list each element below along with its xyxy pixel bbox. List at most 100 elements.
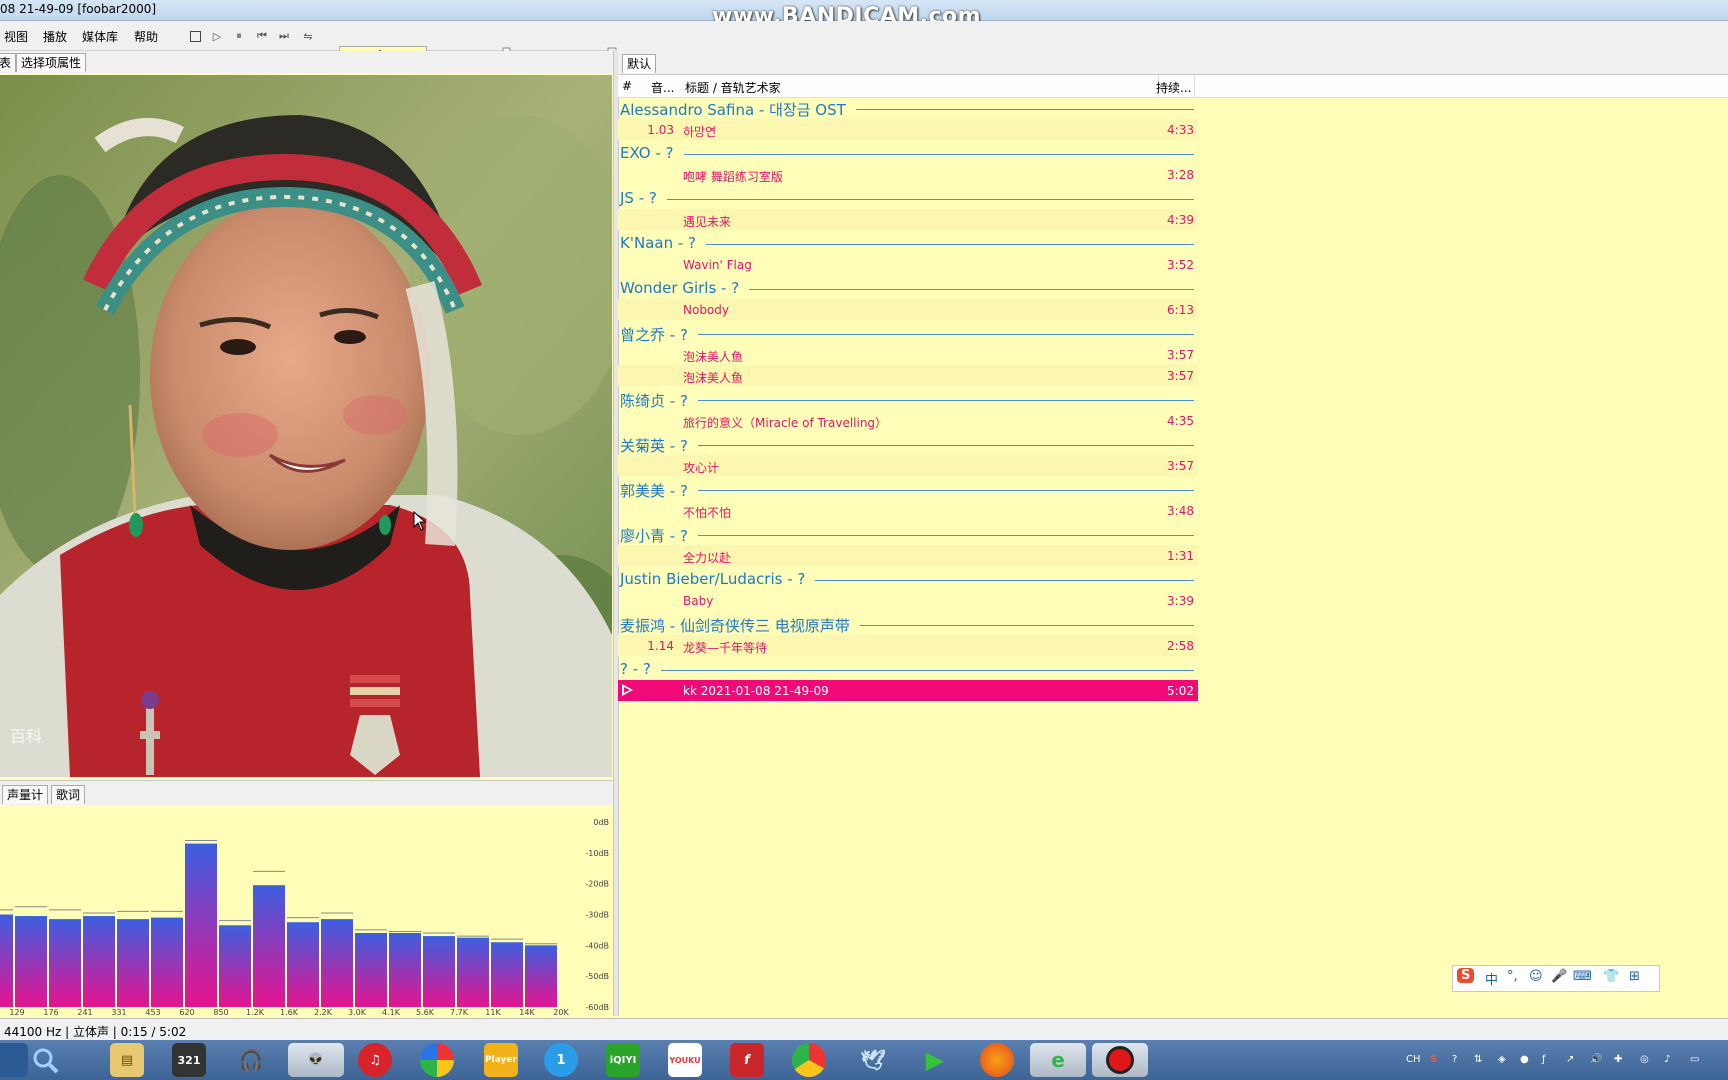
group-header[interactable]: ? - ? (618, 658, 1198, 680)
tray-record-icon[interactable]: ● (1520, 1054, 1529, 1065)
group-header[interactable]: 关菊英 - ? (618, 433, 1198, 456)
pause-icon[interactable]: ⏸ (230, 27, 248, 45)
headphones-icon[interactable]: 🎧 (234, 1043, 268, 1077)
menu-view[interactable]: 视图 (4, 28, 28, 45)
start-button[interactable] (0, 1043, 28, 1077)
random-icon[interactable]: ⇋ (299, 27, 317, 45)
group-header[interactable]: 郭美美 - ? (618, 478, 1198, 501)
ime-toolbox-icon[interactable]: ⊞ (1629, 969, 1640, 984)
track-row[interactable]: 旅行的意义（Miracle of Travelling） 4:35 (618, 410, 1198, 431)
chrome-icon[interactable] (792, 1043, 826, 1077)
group-header[interactable]: EXO - ? (618, 142, 1198, 164)
frequency-label: 176 (43, 1008, 58, 1017)
menu-library[interactable]: 媒体库 (82, 28, 118, 45)
track-row[interactable]: 不怕不怕 3:48 (618, 500, 1198, 521)
track-title: Nobody (683, 303, 729, 317)
tray-language[interactable]: CH (1406, 1054, 1421, 1065)
track-row[interactable]: 遇见未来 4:39 (618, 209, 1198, 230)
track-row[interactable]: Wavin' Flag 3:52 (618, 254, 1198, 275)
menu-playback[interactable]: 播放 (43, 28, 67, 45)
tray-help-icon[interactable]: ? (1452, 1054, 1457, 1065)
stop-icon[interactable] (186, 27, 204, 45)
bird-app-icon[interactable]: 🕊 (856, 1043, 890, 1077)
firefox-icon[interactable] (980, 1043, 1014, 1077)
tray-network-icon[interactable]: ⇅ (1474, 1054, 1482, 1065)
playlist-header: # 音... 标题 / 音轨艺术家 持续... (618, 75, 1728, 98)
spectrum-bar (185, 843, 217, 1007)
frequency-label: 14K (519, 1008, 535, 1017)
tray-volume-icon[interactable]: 🔊 (1590, 1054, 1602, 1065)
next-icon[interactable]: ⏭ (275, 27, 293, 45)
spectrum-bar (457, 937, 489, 1007)
ime-mode-chinese[interactable]: 中 (1485, 969, 1498, 988)
tab-volume-meter[interactable]: 声量计 (2, 785, 49, 804)
tab-list[interactable]: 表 (0, 53, 17, 72)
iqiyi-icon[interactable]: iQIYI (606, 1043, 640, 1077)
group-header[interactable]: Alessandro Safina - 대장금 OST (618, 97, 1198, 120)
tray-sogou-icon[interactable]: S (1430, 1054, 1437, 1065)
photo-watermark: 百科 (10, 727, 43, 746)
previous-icon[interactable]: ⏮ (253, 27, 271, 45)
ime-punctuation-icon[interactable]: °, (1507, 969, 1518, 984)
pinwheel-icon[interactable] (420, 1043, 454, 1077)
track-row[interactable]: 1.14 龙葵—千年等待 2:58 (618, 635, 1198, 656)
col-header-title-artist[interactable]: 标题 / 音轨艺术家 (685, 79, 781, 96)
tab-lyrics[interactable]: 歌词 (51, 785, 86, 804)
group-header[interactable]: 陈绮贞 - ? (618, 388, 1198, 411)
group-header[interactable]: 麦振鸿 - 仙剑奇侠传三 电视原声带 (618, 613, 1198, 636)
group-header[interactable]: JS - ? (618, 187, 1198, 209)
group-header[interactable]: Justin Bieber/Ludacris - ? (618, 568, 1198, 590)
tray-shield-icon[interactable]: ◈ (1498, 1054, 1506, 1065)
one-app-icon[interactable]: 1 (544, 1043, 578, 1077)
search-icon[interactable] (28, 1043, 62, 1077)
col-header-duration[interactable]: 持续... (1156, 79, 1191, 96)
netease-music-icon[interactable]: ♫ (358, 1043, 392, 1077)
spectrum-bar (423, 936, 455, 1007)
group-divider-line (622, 670, 1194, 671)
group-header[interactable]: 曾之乔 - ? (618, 322, 1198, 345)
youku-icon[interactable]: YOUKU (668, 1043, 702, 1077)
track-duration: 4:39 (1167, 213, 1194, 227)
track-row[interactable]: Nobody 6:13 (618, 299, 1198, 320)
group-header[interactable]: 廖小青 - ? (618, 523, 1198, 546)
group-header[interactable]: Wonder Girls - ? (618, 277, 1198, 299)
bandicam-record-icon[interactable] (1092, 1043, 1148, 1077)
track-row[interactable]: 1.03 하망연 4:33 (618, 119, 1198, 140)
ime-voice-icon[interactable]: 🎤 (1551, 969, 1567, 984)
tray-arrow-icon[interactable]: ↗ (1566, 1054, 1574, 1065)
ie-browser-icon[interactable]: e (1030, 1043, 1086, 1077)
track-duration: 1:31 (1167, 549, 1194, 563)
tray-green-icon[interactable]: ◎ (1640, 1054, 1649, 1065)
tray-sound-icon[interactable]: ♪ (1664, 1054, 1670, 1065)
frequency-label: 129 (9, 1008, 24, 1017)
col-header-index[interactable]: # (622, 79, 632, 93)
player-321-icon[interactable]: 321 (172, 1043, 206, 1077)
foobar-alien-icon[interactable]: 👽 (288, 1043, 344, 1077)
ime-emoji-icon[interactable]: ☺ (1529, 969, 1543, 984)
play-icon[interactable]: ▷ (208, 27, 226, 45)
tray-flash-icon[interactable]: ƒ (1542, 1054, 1546, 1065)
play-app-icon[interactable]: ▶ (918, 1043, 952, 1077)
flash-icon[interactable]: f (730, 1043, 764, 1077)
tab-selection-properties[interactable]: 选择项属性 (16, 53, 87, 72)
tab-default-playlist[interactable]: 默认 (622, 54, 657, 73)
tray-display-icon[interactable]: ▭ (1690, 1054, 1699, 1065)
spectrum-bar (321, 919, 353, 1007)
spectrum-bar (15, 916, 47, 1007)
track-row[interactable]: 咆哮 舞蹈练习室版 3:28 (618, 164, 1198, 185)
col-header-track[interactable]: 音... (651, 79, 674, 96)
track-row[interactable]: 泡沫美人鱼 3:57 (618, 344, 1198, 365)
track-row[interactable]: 全力以赴 1:31 (618, 545, 1198, 566)
sogou-logo-icon[interactable]: S (1457, 968, 1475, 983)
tray-app-icon[interactable]: ✚ (1614, 1054, 1622, 1065)
track-row[interactable]: 泡沫美人鱼 3:57 (618, 365, 1198, 386)
track-row[interactable]: Baby 3:39 (618, 590, 1198, 611)
now-playing-track-row[interactable]: kk 2021-01-08 21-49-09 5:02 (618, 680, 1198, 701)
file-explorer-icon[interactable]: ▤ (110, 1043, 144, 1077)
track-row[interactable]: 攻心计 3:57 (618, 455, 1198, 476)
ime-keyboard-icon[interactable]: ⌨ (1573, 969, 1592, 984)
ime-skin-icon[interactable]: 👕 (1603, 969, 1619, 984)
menu-help[interactable]: 帮助 (134, 28, 158, 45)
group-header[interactable]: K'Naan - ? (618, 232, 1198, 254)
player-app-icon[interactable]: Player (484, 1043, 518, 1077)
